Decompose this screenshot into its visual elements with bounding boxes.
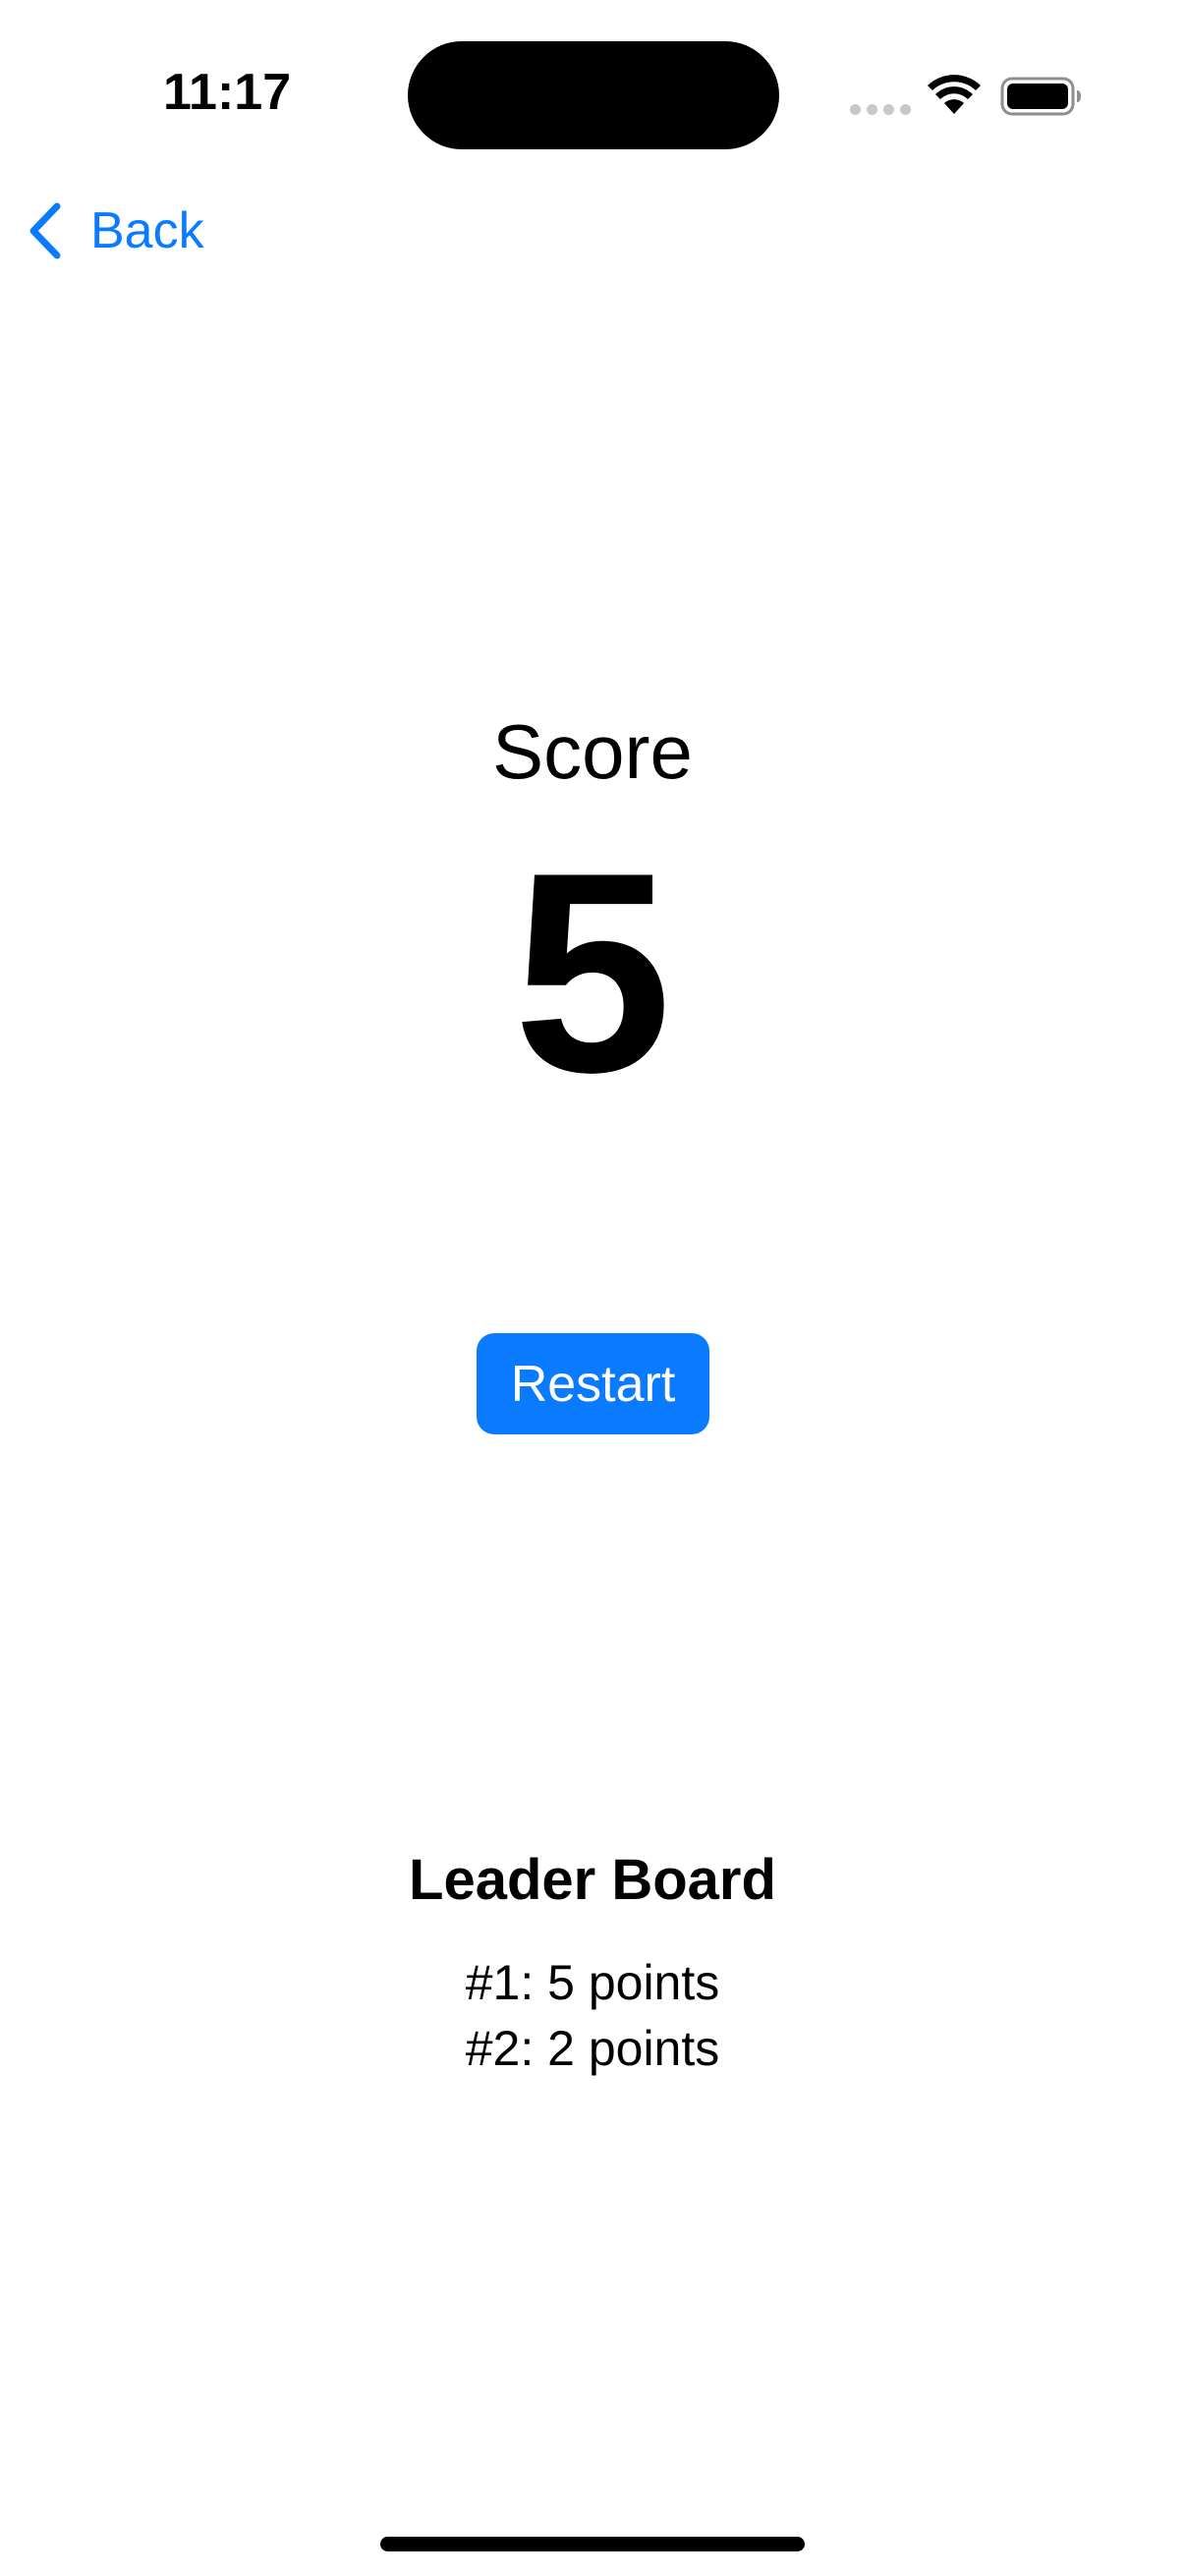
- leaderboard-entry: #2: 2 points: [465, 2021, 720, 2076]
- chevron-left-icon: [29, 202, 61, 259]
- back-button[interactable]: Back: [26, 196, 204, 265]
- signal-dots-icon: [850, 104, 911, 115]
- leaderboard-title: Leader Board: [409, 1848, 776, 1912]
- battery-icon: [1000, 77, 1081, 116]
- leaderboard-list: #1: 5 points #2: 2 points: [0, 1950, 1185, 2082]
- home-indicator[interactable]: [380, 2537, 805, 2551]
- score-label: Score: [492, 708, 693, 795]
- restart-button[interactable]: Restart: [477, 1333, 709, 1434]
- dynamic-island: [408, 41, 779, 149]
- leaderboard-entry: #1: 5 points: [465, 1955, 720, 2010]
- back-label: Back: [90, 202, 204, 259]
- wifi-icon: [928, 75, 981, 114]
- score-value: 5: [513, 813, 672, 1132]
- status-time: 11:17: [163, 64, 292, 121]
